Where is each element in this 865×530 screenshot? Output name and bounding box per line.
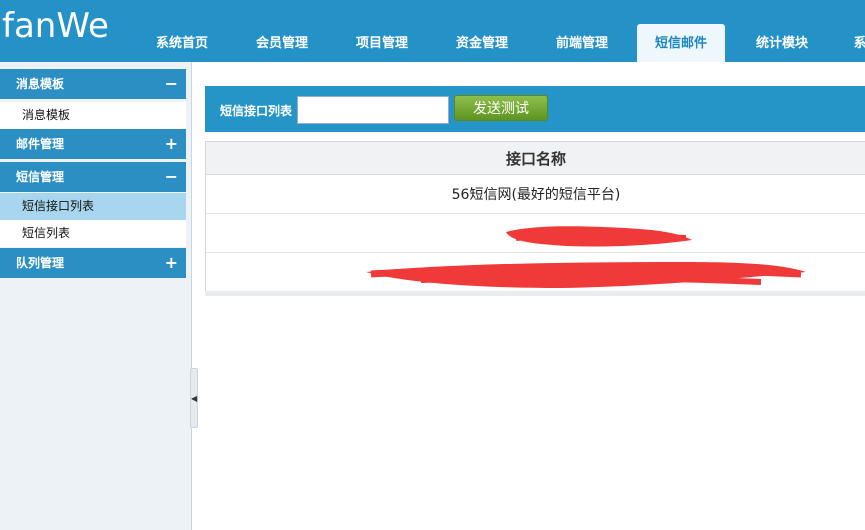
toolbar-label: 短信接口列表 <box>220 104 293 118</box>
column-header-interface-name: 接口名称 <box>206 142 865 175</box>
sidebar-group-message-template[interactable]: 消息模板 − <box>0 69 186 99</box>
sidebar-item-message-template[interactable]: 消息模板 <box>0 102 186 129</box>
sidebar-group-label: 队列管理 <box>16 256 65 270</box>
search-toolbar: 短信接口列表 发送测试 <box>205 86 865 132</box>
nav-item-statistics[interactable]: 统计模块 <box>750 24 814 62</box>
nav-item-member[interactable]: 会员管理 <box>250 24 314 62</box>
sidebar-group-sms[interactable]: 短信管理 − <box>0 162 186 192</box>
collapse-icon: − <box>164 167 178 186</box>
nav-item-system-home[interactable]: 系统首页 <box>150 24 214 62</box>
nav-item-funds[interactable]: 资金管理 <box>450 24 514 62</box>
table-row[interactable] <box>206 214 865 253</box>
logo: fanWe <box>2 4 127 48</box>
sidebar-group-email[interactable]: 邮件管理 + <box>0 129 186 159</box>
nav-item-sms-email[interactable]: 短信邮件 <box>637 24 725 62</box>
sidebar-collapse-handle[interactable]: ◀ <box>190 368 198 428</box>
sidebar-group-label: 消息模板 <box>16 77 65 91</box>
sidebar-group-label: 邮件管理 <box>16 137 65 151</box>
send-test-button[interactable]: 发送测试 <box>454 95 548 121</box>
expand-icon: + <box>164 253 178 272</box>
interface-name-cell: 56短信网(最好的短信平台) <box>451 187 621 203</box>
interface-table: 接口名称 56短信网(最好的短信平台) <box>205 141 865 295</box>
sidebar-group-queue[interactable]: 队列管理 + <box>0 248 186 278</box>
nav-item-frontend[interactable]: 前端管理 <box>550 24 614 62</box>
table-row[interactable]: 56短信网(最好的短信平台) <box>206 175 865 214</box>
table-row[interactable] <box>206 253 865 292</box>
sidebar: 消息模板 − 消息模板 邮件管理 + 短信管理 − 短信接口列表 短信列表 队列… <box>0 62 192 530</box>
table-footer-strip <box>205 291 865 296</box>
sidebar-item-sms-list[interactable]: 短信列表 <box>0 220 186 247</box>
top-header: fanWe 系统首页 会员管理 项目管理 资金管理 前端管理 短信邮件 统计模块… <box>0 0 865 62</box>
nav-item-more[interactable]: 系 <box>850 24 865 62</box>
sidebar-group-label: 短信管理 <box>16 170 65 184</box>
collapse-icon: − <box>164 74 178 93</box>
sidebar-item-sms-interface-list[interactable]: 短信接口列表 <box>0 193 186 220</box>
redaction-mark <box>506 226 692 247</box>
nav-item-project[interactable]: 项目管理 <box>350 24 414 62</box>
logo-text: fanWe <box>2 6 109 46</box>
expand-icon: + <box>164 134 178 153</box>
chevron-left-icon: ◀ <box>191 394 198 403</box>
redaction-mark <box>366 262 806 288</box>
search-input[interactable] <box>297 96 449 124</box>
